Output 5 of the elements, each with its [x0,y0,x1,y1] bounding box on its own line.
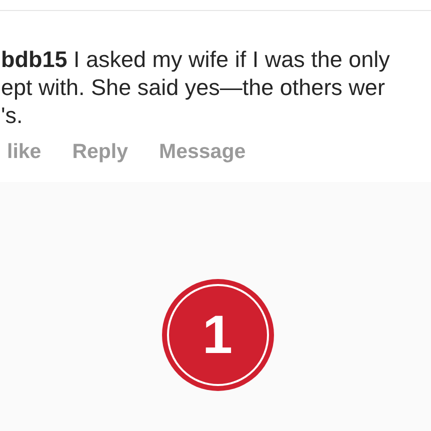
comment-action-link[interactable]: like [7,140,42,164]
number-badge: 1 [162,279,274,391]
comment-action-link[interactable]: Reply [72,140,128,164]
comment-action-link[interactable]: Message [159,140,246,164]
comment-text: bdb15 I asked my wife if I was the only ept with. She said yes—the others wer 's. [1,46,391,130]
